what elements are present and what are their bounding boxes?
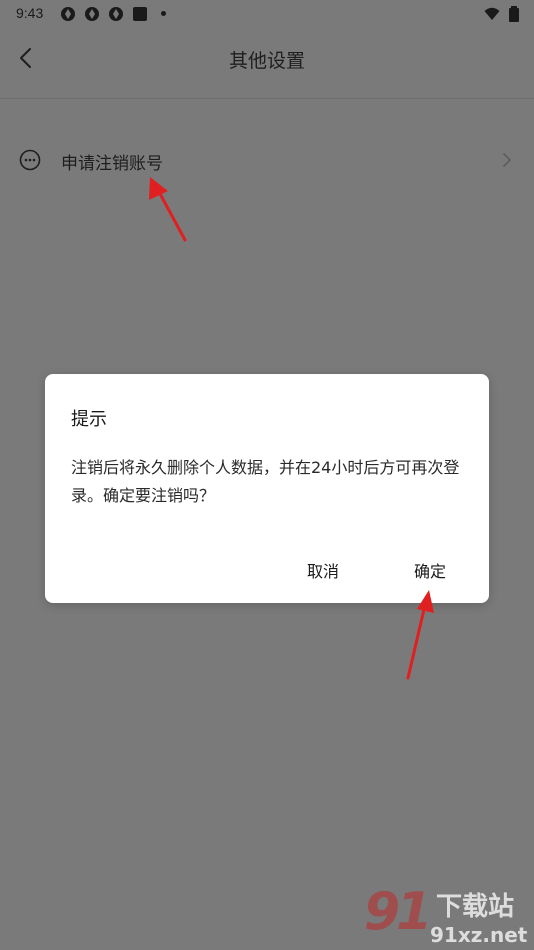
watermark-site-name: 下载站 — [436, 892, 515, 922]
watermark: 91 下载站 91xz.net — [360, 880, 534, 950]
status-dot — [161, 11, 166, 16]
more-circle-icon — [19, 149, 41, 171]
page-title: 其他设置 — [228, 50, 305, 72]
cancel-button[interactable]: 取消 — [307, 558, 339, 582]
annotation-arrow — [406, 590, 434, 680]
status-bar: 9:43 — [0, 0, 534, 28]
watermark-logo: 91 — [364, 882, 432, 942]
app-notification-icon — [85, 7, 99, 21]
dialog-message: 注销后将永久删除个人数据，并在24小时后方可再次登录。确定要注销吗？ — [71, 458, 460, 505]
square-notification-icon — [133, 7, 147, 21]
wifi-icon — [484, 7, 500, 20]
status-time: 9:43 — [16, 5, 44, 21]
dialog-title: 提示 — [71, 409, 107, 430]
app-notification-icon — [109, 7, 123, 21]
app-notification-icon — [61, 7, 75, 21]
battery-icon — [509, 6, 519, 22]
watermark-site-url: 91xz.net — [430, 923, 528, 947]
settings-item-delete-account[interactable]: 申请注销账号 — [0, 135, 534, 187]
app-bar: 其他设置 — [0, 28, 534, 99]
confirm-dialog: 提示 注销后将永久删除个人数据，并在24小时后方可再次登录。确定要注销吗？ 取消… — [45, 374, 489, 603]
chevron-right-icon — [503, 153, 511, 167]
confirm-button[interactable]: 确定 — [414, 558, 446, 582]
settings-item-label: 申请注销账号 — [61, 154, 163, 174]
